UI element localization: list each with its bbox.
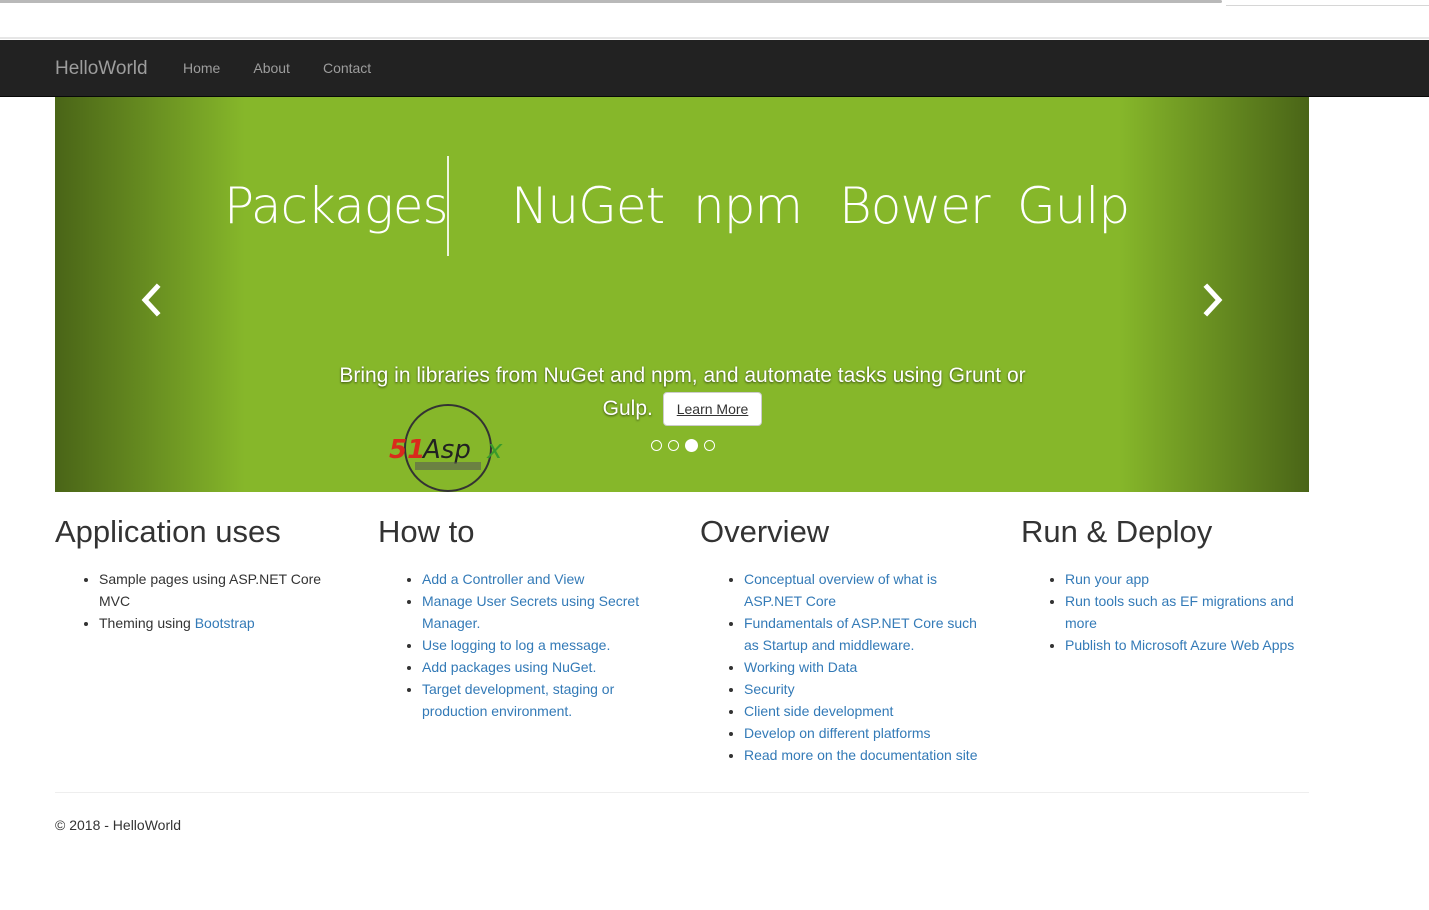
nav-link-home[interactable]: Home: [183, 60, 220, 76]
nav-item-contact: Contact: [323, 60, 371, 76]
carousel-indicator[interactable]: [704, 440, 715, 451]
section-run-deploy: Run & Deploy Run your app Run tools such…: [1021, 512, 1311, 656]
section-how-to: How to Add a Controller and View Manage …: [378, 512, 668, 722]
list-item: Sample pages using ASP.NET Core MVC: [99, 568, 345, 612]
list-item: Run tools such as EF migrations and more: [1065, 590, 1311, 634]
section-overview: Overview Conceptual overview of what is …: [700, 512, 990, 766]
section-application-uses: Application uses Sample pages using ASP.…: [55, 512, 345, 634]
section-list: Run your app Run tools such as EF migrat…: [1021, 568, 1311, 656]
list-link[interactable]: Fundamentals of ASP.NET Core such as Sta…: [744, 615, 977, 653]
list-link[interactable]: Read more on the documentation site: [744, 747, 977, 763]
list-item: Working with Data: [744, 656, 990, 678]
footer-divider: [55, 792, 1309, 793]
bootstrap-link[interactable]: Bootstrap: [195, 615, 255, 631]
section-title: How to: [378, 514, 475, 549]
list-item: Security: [744, 678, 990, 700]
section-list: Sample pages using ASP.NET Core MVC Them…: [55, 568, 345, 634]
slide-word-npm: npm: [693, 177, 803, 235]
list-item: Add packages using NuGet.: [422, 656, 668, 678]
nav-item-about: About: [253, 60, 290, 76]
slide-word-gulp: Gulp: [1017, 177, 1130, 235]
list-link[interactable]: Run tools such as EF migrations and more: [1065, 593, 1294, 631]
horizontal-scrollbar[interactable]: [0, 0, 1222, 3]
chevron-left-icon: [141, 283, 161, 317]
list-link[interactable]: Add a Controller and View: [422, 571, 584, 587]
top-divider: [0, 37, 1429, 39]
carousel-indicator[interactable]: [668, 440, 679, 451]
list-item: Conceptual overview of what is ASP.NET C…: [744, 568, 990, 612]
carousel-next-button[interactable]: [1195, 283, 1229, 317]
list-item: Manage User Secrets using Secret Manager…: [422, 590, 668, 634]
footer-text: © 2018 - HelloWorld: [55, 817, 181, 833]
list-link[interactable]: Conceptual overview of what is ASP.NET C…: [744, 571, 937, 609]
slide-word-bower: Bower: [839, 177, 991, 235]
list-item: Run your app: [1065, 568, 1311, 590]
list-item: Read more on the documentation site: [744, 744, 990, 766]
navbar-brand[interactable]: HelloWorld: [55, 58, 148, 80]
svg-text:x: x: [486, 435, 503, 465]
list-item: Fundamentals of ASP.NET Core such as Sta…: [744, 612, 990, 656]
list-item: Publish to Microsoft Azure Web Apps: [1065, 634, 1311, 656]
section-list: Add a Controller and View Manage User Se…: [378, 568, 668, 722]
carousel-prev-button[interactable]: [135, 283, 169, 317]
nav-link-contact[interactable]: Contact: [323, 60, 371, 76]
svg-text:Asp: Asp: [421, 435, 471, 465]
list-item: Client side development: [744, 700, 990, 722]
section-title: Application uses: [55, 514, 281, 549]
svg-text:51: 51: [389, 435, 425, 465]
list-item: Use logging to log a message.: [422, 634, 668, 656]
section-title: Overview: [700, 514, 830, 549]
slide-word-packages: Packages: [224, 177, 449, 235]
nav-menu: Home About Contact: [183, 60, 404, 76]
list-link[interactable]: Use logging to log a message.: [422, 637, 610, 653]
carousel: Packages NuGet npm Bower Gulp Bring in l…: [55, 97, 1309, 492]
list-link[interactable]: Add packages using NuGet.: [422, 659, 596, 675]
browser-top-strip: [0, 0, 1429, 40]
slide-divider: [447, 156, 449, 256]
list-link[interactable]: Client side development: [744, 703, 893, 719]
carousel-indicator-active[interactable]: [685, 439, 698, 452]
list-link[interactable]: Manage User Secrets using Secret Manager…: [422, 593, 639, 631]
footer: © 2018 - HelloWorld: [55, 817, 181, 833]
list-item: Add a Controller and View: [422, 568, 668, 590]
slide-word-nuget: NuGet: [511, 177, 665, 235]
list-item: Develop on different platforms: [744, 722, 990, 744]
list-link[interactable]: Working with Data: [744, 659, 857, 675]
section-list: Conceptual overview of what is ASP.NET C…: [700, 568, 990, 766]
list-item-prefix: Theming using: [99, 615, 195, 631]
list-link[interactable]: Run your app: [1065, 571, 1149, 587]
list-link[interactable]: Target development, staging or productio…: [422, 681, 614, 719]
watermark-logo: 51 Asp x: [389, 404, 503, 492]
nav-item-home: Home: [183, 60, 220, 76]
learn-more-button[interactable]: Learn More: [662, 392, 763, 427]
list-link[interactable]: Security: [744, 681, 795, 697]
carousel-indicator[interactable]: [651, 440, 662, 451]
list-item: Theming using Bootstrap: [99, 612, 345, 634]
list-link[interactable]: Develop on different platforms: [744, 725, 931, 741]
scrollbar-track: [1226, 5, 1429, 6]
list-link[interactable]: Publish to Microsoft Azure Web Apps: [1065, 637, 1294, 653]
section-title: Run & Deploy: [1021, 514, 1213, 549]
navbar: HelloWorld Home About Contact: [0, 40, 1429, 97]
chevron-right-icon: [1203, 283, 1223, 317]
list-item: Target development, staging or productio…: [422, 678, 668, 722]
carousel-indicators: [651, 439, 721, 452]
nav-link-about[interactable]: About: [253, 60, 290, 76]
